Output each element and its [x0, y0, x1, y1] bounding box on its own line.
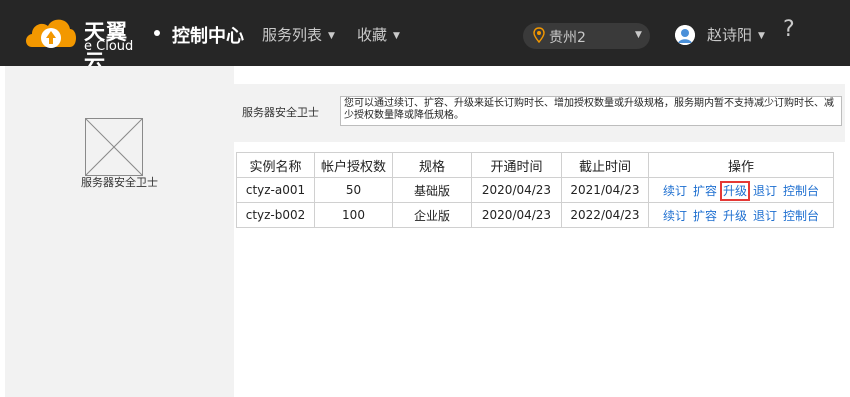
- upgrade-link[interactable]: 升级: [723, 209, 747, 223]
- cell-end-time: 2022/04/23: [561, 202, 649, 228]
- header-instance-name: 实例名称: [236, 152, 315, 178]
- console-title[interactable]: 控制中心: [172, 22, 244, 48]
- brand-name-en: e Cloud: [84, 39, 134, 54]
- cell-license-count: 50: [314, 177, 393, 203]
- table-row: ctyz-a001 50 基础版 2020/04/23 2021/04/23 续…: [236, 177, 834, 203]
- cell-instance-name: ctyz-a001: [236, 177, 315, 203]
- top-nav-bar: 天翼云 e Cloud 控制中心 服务列表 ▼ 收藏 ▼ 贵州2 ▼ 赵诗阳 ▼ ?: [0, 0, 850, 74]
- cloud-logo-icon: [26, 19, 76, 48]
- renew-link[interactable]: 续订: [663, 184, 687, 198]
- header-start-time: 开通时间: [471, 152, 562, 178]
- unsubscribe-link[interactable]: 退订: [753, 209, 777, 223]
- nav-favorites-label: 收藏: [357, 26, 388, 44]
- caret-down-icon: ▼: [635, 30, 642, 40]
- sidebar-product-label[interactable]: 服务器安全卫士: [5, 174, 234, 190]
- expand-link[interactable]: 扩容: [693, 209, 717, 223]
- product-info-panel: 服务器安全卫士 您可以通过续订、扩容、升级来延长订购时长、增加授权数量或升级规格…: [234, 84, 845, 142]
- region-label: 贵州2: [549, 30, 586, 46]
- table-header-row: 实例名称 帐户授权数 规格 开通时间 截止时间 操作: [236, 152, 834, 178]
- nav-service-list[interactable]: 服务列表 ▼: [262, 24, 335, 45]
- notice-box: 您可以通过续订、扩容、升级来延长订购时长、增加授权数量或升级规格，服务期内暂不支…: [340, 96, 842, 126]
- caret-down-icon: ▼: [393, 31, 400, 41]
- notice-text: 您可以通过续订、扩容、升级来延长订购时长、增加授权数量或升级规格，服务期内暂不支…: [344, 98, 834, 121]
- user-menu[interactable]: 赵诗阳 ▼: [707, 24, 765, 45]
- nav-service-list-label: 服务列表: [262, 26, 323, 44]
- upgrade-link[interactable]: 升级: [719, 180, 751, 201]
- cell-end-time: 2021/04/23: [561, 177, 649, 203]
- header-actions: 操作: [648, 152, 834, 178]
- user-avatar[interactable]: [675, 25, 695, 45]
- product-title: 服务器安全卫士: [242, 106, 319, 119]
- help-icon[interactable]: ?: [783, 17, 795, 42]
- image-placeholder-icon: [85, 118, 143, 176]
- cell-start-time: 2020/04/23: [471, 177, 562, 203]
- instance-table: 实例名称 帐户授权数 规格 开通时间 截止时间 操作 ctyz-a001 50 …: [236, 152, 834, 228]
- separator-dot: [154, 30, 160, 36]
- renew-link[interactable]: 续订: [663, 209, 687, 223]
- ecloud-logo[interactable]: 天翼云 e Cloud: [22, 11, 142, 74]
- user-avatar-icon: [675, 25, 695, 45]
- header-spec: 规格: [392, 152, 472, 178]
- header-license-count: 帐户授权数: [314, 152, 393, 178]
- region-selector[interactable]: 贵州2 ▼: [523, 23, 650, 49]
- user-name: 赵诗阳: [707, 26, 753, 44]
- caret-down-icon: ▼: [758, 31, 765, 41]
- header-end-time: 截止时间: [561, 152, 649, 178]
- unsubscribe-link[interactable]: 退订: [753, 184, 777, 198]
- location-pin-icon: [533, 27, 545, 43]
- cell-actions: 续订 扩容 升级 退订 控制台: [648, 202, 834, 228]
- caret-down-icon: ▼: [328, 31, 335, 41]
- console-link[interactable]: 控制台: [783, 209, 819, 223]
- expand-link[interactable]: 扩容: [693, 184, 717, 198]
- cell-license-count: 100: [314, 202, 393, 228]
- table-row: ctyz-b002 100 企业版 2020/04/23 2022/04/23 …: [236, 202, 834, 228]
- sidebar: 服务器安全卫士: [5, 66, 234, 397]
- cell-spec: 基础版: [392, 177, 472, 203]
- nav-favorites[interactable]: 收藏 ▼: [357, 24, 400, 45]
- cell-spec: 企业版: [392, 202, 472, 228]
- console-link[interactable]: 控制台: [783, 184, 819, 198]
- cell-instance-name: ctyz-b002: [236, 202, 315, 228]
- cell-start-time: 2020/04/23: [471, 202, 562, 228]
- cell-actions: 续订 扩容 升级 退订 控制台: [648, 177, 834, 203]
